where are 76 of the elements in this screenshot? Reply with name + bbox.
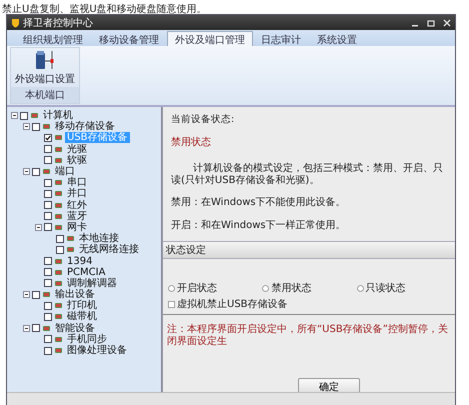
tab[interactable]: 日志审计 — [253, 31, 309, 46]
checkbox[interactable] — [32, 168, 40, 176]
maximize-icon[interactable] — [427, 18, 435, 26]
checkbox[interactable] — [44, 279, 52, 288]
tab[interactable]: 移动设备管理 — [91, 31, 167, 46]
tree-item[interactable]: 本地连接 — [77, 233, 121, 244]
checkbox[interactable] — [44, 145, 52, 154]
checkbox[interactable] — [44, 302, 52, 310]
tab[interactable]: 组织规划管理 — [15, 31, 91, 46]
checkbox[interactable] — [44, 257, 52, 266]
tree-item[interactable]: 并口 — [65, 188, 89, 200]
checkbox[interactable] — [32, 290, 40, 299]
checkbox[interactable] — [56, 246, 64, 254]
tree-item[interactable]: 网卡 — [65, 222, 89, 233]
tree-item[interactable]: 移动存储设备 — [53, 121, 117, 132]
checkbox[interactable] — [44, 178, 52, 187]
tree-item[interactable]: 蓝牙 — [65, 210, 89, 222]
radio-icon[interactable] — [168, 284, 175, 292]
checkbox[interactable] — [44, 346, 52, 355]
tree-item[interactable]: 光驱 — [65, 144, 89, 155]
tree-item[interactable]: 智能设备 — [53, 322, 97, 334]
collapse-icon[interactable] — [35, 224, 42, 231]
tree-item[interactable]: 软驱 — [65, 154, 89, 166]
tree-item[interactable]: 计算机 — [41, 110, 75, 122]
checkbox[interactable] — [44, 268, 52, 276]
tree-item[interactable]: 串口 — [65, 177, 89, 188]
tab[interactable]: 外设及端口管理 — [167, 31, 253, 46]
collapse-icon[interactable] — [23, 291, 30, 298]
tree-item[interactable]: 1394 — [65, 256, 94, 267]
radio-icon[interactable] — [262, 284, 270, 292]
checkbox[interactable] — [32, 122, 40, 131]
window-title: 择卫者控制中心 — [23, 16, 94, 30]
caption-text: 禁止U盘复制、监视U盘和移动硬盘随意使用。 — [1, 3, 207, 14]
radio-icon[interactable] — [356, 284, 364, 292]
checkbox[interactable] — [44, 212, 52, 220]
tree-item[interactable]: 磁带机 — [65, 311, 99, 322]
checkbox[interactable] — [32, 324, 40, 332]
radio-option[interactable]: 禁用状态 — [262, 281, 357, 295]
shield-icon — [11, 18, 20, 28]
collapse-icon[interactable] — [11, 112, 18, 120]
checkbox[interactable] — [56, 234, 64, 243]
checkbox[interactable] — [44, 335, 52, 344]
status-label: 当前设备状态: — [171, 113, 236, 126]
radio-option[interactable]: 只读状态 — [356, 281, 451, 295]
status-value: 禁用状态 — [171, 136, 212, 149]
tree-item[interactable]: 手机同步 — [65, 334, 109, 345]
tab[interactable]: 系统设置 — [309, 31, 365, 46]
tree-item[interactable]: 无线网络连接 — [77, 244, 141, 256]
checkbox[interactable] — [20, 112, 28, 120]
checkbox[interactable] — [44, 201, 52, 210]
warning-text: 注：本程序界面开启设定中，所有“USB存储设备”控制暂停，关闭界面设定生 — [166, 322, 449, 348]
port-settings-button[interactable]: 外设端口设置 — [11, 48, 79, 87]
checkbox[interactable] — [44, 134, 52, 142]
collapse-icon[interactable] — [23, 123, 30, 130]
note-text: 开启：和在Windows下一样正常使用。 — [171, 218, 347, 232]
checkbox-option[interactable]: 虚拟机禁止USB存储设备 — [168, 297, 451, 311]
tree-item[interactable]: 端口 — [53, 166, 77, 178]
checkbox[interactable] — [44, 156, 52, 164]
description-text: 计算机设备的模式设定，包括三种模式：禁用、开启、只读(只针对USB存储设备和光驱)。 — [171, 163, 444, 187]
group-header: 状态设定 — [163, 242, 455, 259]
tree-item[interactable]: 红外 — [65, 200, 89, 211]
tree-item[interactable]: 输出设备 — [53, 289, 97, 300]
tree-item[interactable]: 图像处理设备 — [65, 345, 129, 356]
tree-item[interactable]: PCMCIA — [65, 266, 108, 278]
collapse-icon[interactable] — [23, 168, 30, 176]
note-text: 禁用：在Windows下不能使用此设备。 — [171, 196, 347, 209]
checkbox[interactable] — [44, 190, 52, 198]
tree-item[interactable]: 调制解调器 — [65, 278, 119, 289]
checkbox[interactable] — [44, 312, 52, 321]
collapse-icon[interactable] — [23, 324, 30, 332]
tree-item[interactable]: 打印机 — [65, 300, 99, 312]
radio-option[interactable]: 开启状态 — [168, 281, 262, 295]
group-label: 本机端口 — [11, 87, 79, 103]
close-icon[interactable] — [443, 18, 451, 26]
checkbox[interactable] — [168, 300, 175, 308]
checkbox[interactable] — [44, 223, 52, 232]
